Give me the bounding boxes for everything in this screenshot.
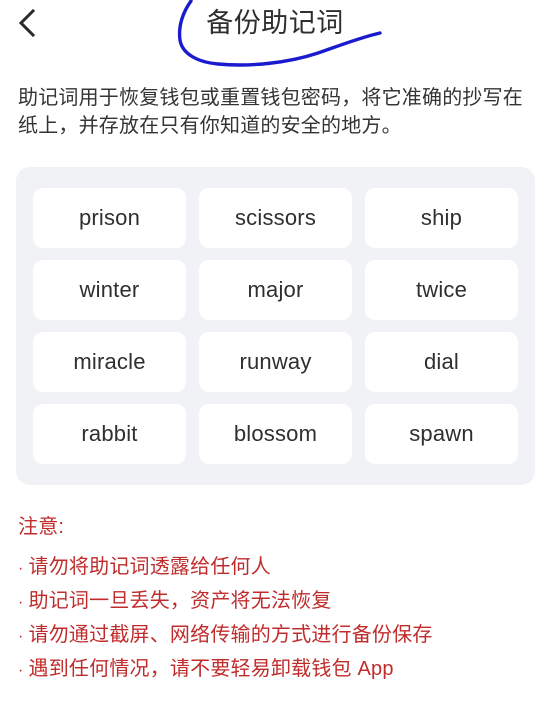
warning-title: 注意: [18,516,65,538]
page-header: 备份助记词 [0,0,550,67]
warning-list-item: · 遇到任何情况，请不要轻易卸载钱包 App [18,653,532,687]
mnemonic-word-card[interactable]: ship [365,188,518,248]
warning-item-text: 助记词一旦丢失，资产将无法恢复 [28,590,332,612]
warning-section: 注意: · 请勿将助记词透露给任何人 · 助记词一旦丢失，资产将无法恢复 · 请… [18,513,532,687]
mnemonic-grid: prison scissors ship winter major twice … [16,167,535,485]
bullet-icon: · [18,594,24,611]
warning-item-text: 遇到任何情况，请不要轻易卸载钱包 App [28,658,394,680]
mnemonic-word-card[interactable]: prison [33,188,186,248]
mnemonic-word-card[interactable]: winter [33,260,186,320]
warning-item-text: 请勿将助记词透露给任何人 [28,556,271,578]
mnemonic-word-card[interactable]: runway [199,332,352,392]
bullet-icon: · [18,628,24,645]
bullet-icon: · [18,560,24,577]
mnemonic-word-card[interactable]: scissors [199,188,352,248]
description-text: 助记词用于恢复钱包或重置钱包密码，将它准确的抄写在纸上，并存放在只有你知道的安全… [18,87,523,137]
mnemonic-word-card[interactable]: blossom [199,404,352,464]
warning-list-item: · 请勿通过截屏、网络传输的方式进行备份保存 [18,619,532,653]
mnemonic-word-card[interactable]: miracle [33,332,186,392]
mnemonic-word-card[interactable]: dial [365,332,518,392]
mnemonic-word-card[interactable]: major [199,260,352,320]
mnemonic-word-card[interactable]: twice [365,260,518,320]
warning-list-item: · 助记词一旦丢失，资产将无法恢复 [18,585,532,619]
bullet-icon: · [18,662,24,679]
warning-list-item: · 请勿将助记词透露给任何人 [18,551,532,585]
warning-item-text: 请勿通过截屏、网络传输的方式进行备份保存 [28,624,433,646]
mnemonic-word-card[interactable]: rabbit [33,404,186,464]
page-title: 备份助记词 [206,8,344,38]
mnemonic-word-card[interactable]: spawn [365,404,518,464]
